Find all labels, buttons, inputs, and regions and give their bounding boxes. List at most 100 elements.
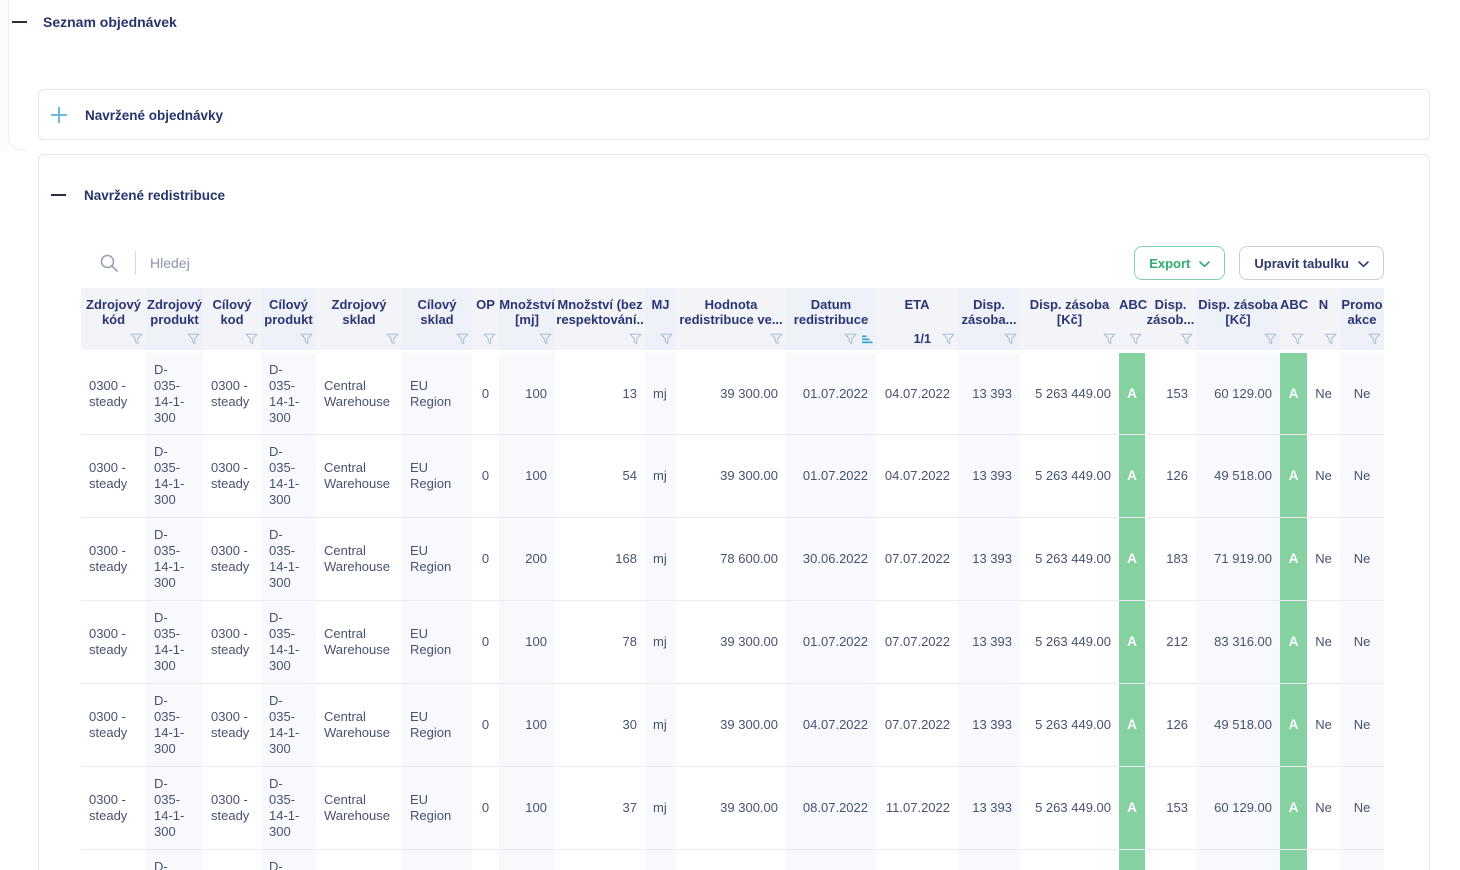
cell-disp-zasoba-kc: 5 263 449.00 <box>1020 684 1119 767</box>
column-header-cilovy-kod[interactable]: Cílový kod <box>203 288 261 352</box>
expand-plus-icon[interactable] <box>51 107 67 123</box>
filter-funnel-icon[interactable] <box>130 333 143 345</box>
cell-eta: 04.07.2022 <box>876 435 958 518</box>
cell-disp-zasoba: 13 393 <box>958 767 1020 850</box>
filter-funnel-icon[interactable] <box>770 333 783 345</box>
filter-funnel-icon[interactable] <box>1180 333 1193 345</box>
column-header-cilovy-sklad[interactable]: Cílový sklad <box>402 288 472 352</box>
column-label-eta: ETA <box>876 288 958 328</box>
table-row[interactable]: 0300 - steadyD- 035- 14-1- 3000300 - ste… <box>81 850 1384 870</box>
chevron-down-icon <box>1358 256 1369 271</box>
filter-funnel-icon[interactable] <box>1368 333 1381 345</box>
table-row[interactable]: 0300 - steadyD- 035- 14-1- 3000300 - ste… <box>81 684 1384 767</box>
filter-funnel-icon[interactable] <box>539 333 552 345</box>
table-row[interactable]: 0300 - steadyD- 035- 14-1- 3000300 - ste… <box>81 518 1384 601</box>
column-header-zdrojovy-produkt[interactable]: Zdrojový produkt <box>146 288 203 352</box>
filter-funnel-icon[interactable] <box>1264 333 1277 345</box>
cell-abc-1: A <box>1119 601 1145 684</box>
column-header-mj[interactable]: MJ <box>645 288 676 352</box>
cell-disp-zasoba-kc: 5 263 449.00 <box>1020 352 1119 435</box>
column-label-zdrojovy-kod: Zdrojový kód <box>81 288 146 328</box>
column-header-op[interactable]: OP <box>472 288 499 352</box>
cell-disp-zasoba-kc-2: 60 129.00 <box>1196 767 1280 850</box>
cell-mj: mj <box>645 767 676 850</box>
filter-funnel-icon[interactable] <box>629 333 642 345</box>
filter-funnel-icon[interactable] <box>1129 333 1142 345</box>
cell-datum: 01.07.2022 <box>786 601 876 684</box>
cell-eta: 04.07.2022 <box>876 352 958 435</box>
cell-abc-2: A <box>1280 684 1307 767</box>
cell-mnozstvi-mj: 200 <box>499 518 555 601</box>
cell-abc-2: A <box>1280 435 1307 518</box>
export-button[interactable]: Export <box>1134 246 1225 280</box>
collapse-minus-icon[interactable] <box>12 21 27 23</box>
edit-table-button[interactable]: Upravit tabulku <box>1239 246 1384 280</box>
column-header-promo-akce[interactable]: Promo akce <box>1340 288 1384 352</box>
table-row[interactable]: 0300 - steadyD- 035- 14-1- 3000300 - ste… <box>81 767 1384 850</box>
cell-eta: 04.07.2022 <box>876 850 958 870</box>
cell-zdrojovy-sklad: Central Warehouse <box>316 850 402 870</box>
cell-promo-akce: Ne <box>1340 684 1384 767</box>
filter-funnel-icon[interactable] <box>1291 333 1304 345</box>
column-header-hodnota[interactable]: Hodnota redistribuce ve... <box>676 288 786 352</box>
column-header-datum[interactable]: Datum redistribuce <box>786 288 876 352</box>
cell-eta: 07.07.2022 <box>876 684 958 767</box>
column-header-eta[interactable]: ETA1/1 <box>876 288 958 352</box>
filter-funnel-icon[interactable] <box>942 333 955 345</box>
column-header-cilovy-produkt[interactable]: Cílový produkt <box>261 288 316 352</box>
filter-funnel-icon[interactable] <box>187 333 200 345</box>
cell-hodnota: 39 300.00 <box>676 601 786 684</box>
cell-mnozstvi-bez: 54 <box>555 435 645 518</box>
cell-n: Ne <box>1307 518 1340 601</box>
column-header-disp-zasoba-kc[interactable]: Disp. zásoba [Kč] <box>1020 288 1119 352</box>
column-header-n[interactable]: N <box>1307 288 1340 352</box>
filter-funnel-icon[interactable] <box>1324 333 1337 345</box>
section-title-orders: Navržené objednávky <box>85 108 223 123</box>
cell-zdrojovy-kod: 0300 - steady <box>81 518 146 601</box>
filter-funnel-icon[interactable] <box>1004 333 1017 345</box>
column-header-abc-1[interactable]: ABC <box>1119 288 1145 352</box>
filter-funnel-icon[interactable] <box>483 333 496 345</box>
filter-funnel-icon[interactable] <box>386 333 399 345</box>
column-header-mnozstvi-mj[interactable]: Množství [mj] <box>499 288 555 352</box>
sort-bars-icon[interactable] <box>862 335 873 344</box>
column-header-disp-zasoba-kc-2[interactable]: Disp. zásoba [Kč] <box>1196 288 1280 352</box>
cell-disp-zasoba-kc: 5 263 449.00 <box>1020 850 1119 870</box>
table-row[interactable]: 0300 - steadyD- 035- 14-1- 3000300 - ste… <box>81 601 1384 684</box>
filter-funnel-icon[interactable] <box>1103 333 1116 345</box>
collapse-minus-icon[interactable] <box>51 194 66 196</box>
filter-funnel-icon[interactable] <box>844 333 857 345</box>
cell-abc-2: A <box>1280 767 1307 850</box>
column-header-abc-2[interactable]: ABC <box>1280 288 1307 352</box>
cell-eta: 07.07.2022 <box>876 601 958 684</box>
column-header-disp-zasoba[interactable]: Disp. zásoba... <box>958 288 1020 352</box>
column-header-zdrojovy-kod[interactable]: Zdrojový kód <box>81 288 146 352</box>
cell-zdrojovy-kod: 0300 - steady <box>81 850 146 870</box>
cell-op: 0 <box>472 518 499 601</box>
cell-disp-zasob-2: 153 <box>1145 352 1196 435</box>
column-label-disp-zasoba: Disp. zásoba... <box>958 288 1020 328</box>
column-header-zdrojovy-sklad[interactable]: Zdrojový sklad <box>316 288 402 352</box>
cell-eta: 07.07.2022 <box>876 518 958 601</box>
table-row[interactable]: 0300 - steadyD- 035- 14-1- 3000300 - ste… <box>81 435 1384 518</box>
page-left-strip <box>0 0 8 152</box>
cell-cilovy-sklad: EU Region <box>402 684 472 767</box>
cell-zdrojovy-produkt: D- 035- 14-1- 300 <box>146 518 203 601</box>
filter-funnel-icon[interactable] <box>660 333 673 345</box>
cell-abc-1: A <box>1119 684 1145 767</box>
cell-zdrojovy-kod: 0300 - steady <box>81 767 146 850</box>
cell-n: Ne <box>1307 684 1340 767</box>
column-header-mnozstvi-bez[interactable]: Množství (bez respektování.. <box>555 288 645 352</box>
table-header-row: Zdrojový kódZdrojový produktCílový kodCí… <box>81 288 1384 352</box>
table-row[interactable]: 0300 - steadyD- 035- 14-1- 3000300 - ste… <box>81 352 1384 435</box>
filter-funnel-icon[interactable] <box>245 333 258 345</box>
cell-datum: 30.06.2022 <box>786 518 876 601</box>
cell-disp-zasoba-kc-2: 60 129.00 <box>1196 850 1280 870</box>
column-header-disp-zasob-2[interactable]: Disp. zásob... <box>1145 288 1196 352</box>
cell-mj: mj <box>645 684 676 767</box>
cell-abc-2: A <box>1280 518 1307 601</box>
search-input[interactable] <box>150 255 650 271</box>
filter-funnel-icon[interactable] <box>300 333 313 345</box>
filter-funnel-icon[interactable] <box>456 333 469 345</box>
cell-cilovy-sklad: EU Region <box>402 850 472 870</box>
